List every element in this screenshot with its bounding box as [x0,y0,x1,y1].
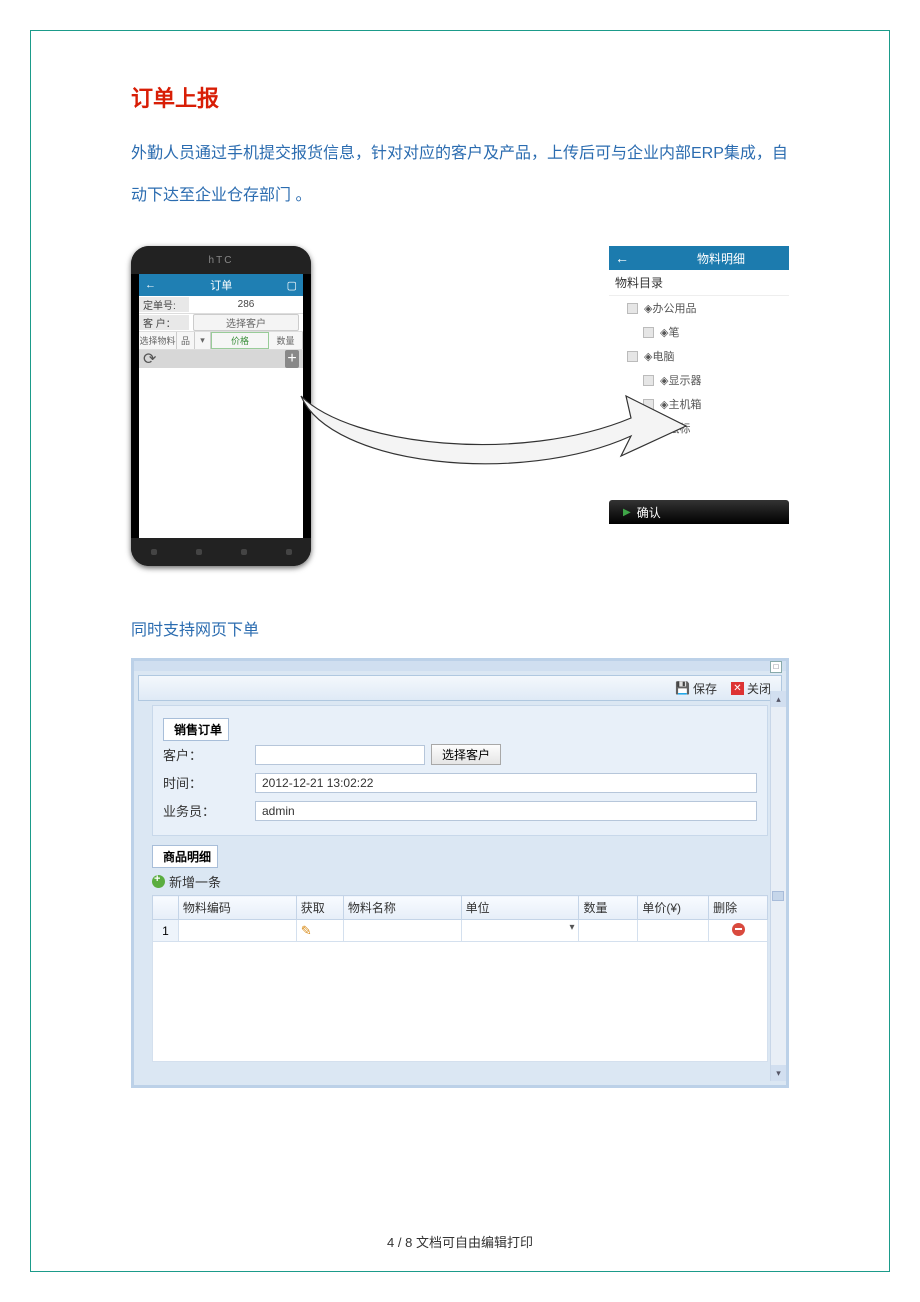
save-button[interactable]: 💾 保存 [675,680,717,697]
web-order-form: □ 💾 保存 ✕ 关闭 销售订单 客户： 选择客户 时间： [131,658,789,1088]
add-row-label: 新增一条 [169,872,221,891]
sales-order-section: 销售订单 客户： 选择客户 时间： 2012-12-21 13:02:22 业务… [152,705,768,836]
figure-row: hTC ← 订单 ▢ 定单号: 286 客 户： 选择客户 选择物料 [131,246,789,566]
close-icon: ✕ [731,682,744,695]
select-customer-button[interactable]: 选择客户 [431,744,501,765]
add-row-button[interactable]: 新增一条 [152,868,768,895]
time-input[interactable]: 2012-12-21 13:02:22 [255,773,757,793]
back-icon[interactable]: ← [145,279,156,291]
save-icon: 💾 [675,681,690,695]
tree-root: 物料目录 [609,270,789,296]
intro-text: 外勤人员通过手机提交报货信息，针对对应的客户及产品，上传后可与企业内部ERP集成… [131,133,789,216]
col-qty: 数量 [579,896,638,920]
cell-delete[interactable] [709,920,768,942]
tree-title: 物料明细 [697,250,745,267]
app-title: 订单 [210,277,232,293]
delete-icon [732,923,745,936]
document-page: 订单上报 外勤人员通过手机提交报货信息，针对对应的客户及产品，上传后可与企业内部… [30,30,890,1272]
cell-unit[interactable] [461,920,579,942]
save-label: 保存 [693,680,717,697]
staff-input[interactable]: admin [255,801,757,821]
time-label: 时间： [163,773,255,792]
scrollbar[interactable]: ▴ ▾ [770,691,786,1081]
scroll-down-icon[interactable]: ▾ [771,1065,786,1081]
customer-label: 客 户： [139,315,189,330]
tree-cat-computer[interactable]: ◈ 电脑 [609,344,789,368]
cell-name[interactable] [343,920,461,942]
col-rownum [153,896,179,920]
staff-field-row: 业务员： admin [163,797,757,825]
col-unit: 单位 [461,896,579,920]
nav-recent-icon[interactable] [241,549,247,555]
toolbar: 💾 保存 ✕ 关闭 [138,675,782,701]
filter-dropdown-icon[interactable]: ▾ [195,332,211,349]
select-customer-button[interactable]: 选择客户 [193,314,299,331]
tree-header: ← 物料明细 [609,246,789,270]
cell-qty[interactable] [579,920,638,942]
tree-back-icon[interactable]: ← [615,250,629,266]
phone-top: hTC [131,246,311,274]
close-button[interactable]: ✕ 关闭 [731,680,771,697]
subheading: 同时支持网页下单 [131,616,789,640]
col-delete: 删除 [709,896,768,920]
plus-icon [152,875,165,888]
nav-home-icon[interactable] [196,549,202,555]
edit-icon: ✎ [301,923,312,938]
staff-label: 业务员： [163,801,255,820]
col-price: 单价(¥) [638,896,709,920]
tree-item-pen[interactable]: ◈ 笔 [609,320,789,344]
customer-field-row: 客户： 选择客户 [163,741,757,769]
confirm-caret-icon: ▶ [623,507,631,518]
time-field-row: 时间： 2012-12-21 13:02:22 [163,769,757,797]
refresh-icon[interactable]: ⟳ [143,349,156,369]
col-fetch: 获取 [296,896,343,920]
section2-legend[interactable]: 商品明细 [152,845,218,868]
table-row: 1 ✎ [153,920,768,942]
cell-fetch[interactable]: ✎ [296,920,343,942]
filter-material[interactable]: 选择物料 [139,332,177,349]
nav-search-icon[interactable] [286,549,292,555]
customer-input[interactable] [255,745,425,765]
app-header: ← 订单 ▢ [139,274,303,296]
order-no-label: 定单号: [139,297,189,312]
col-name: 物料名称 [343,896,461,920]
cell-price[interactable] [638,920,709,942]
maximize-icon[interactable]: □ [770,661,782,673]
flow-arrow [271,386,691,476]
filter-price[interactable]: 价格 [211,332,269,349]
order-no-value: 286 [189,299,303,310]
filter-spec[interactable]: 品 [177,332,195,349]
customer-label: 客户： [163,745,255,764]
filter-qty[interactable]: 数量 [269,332,303,349]
product-grid: 物料编码 获取 物料名称 单位 数量 单价(¥) 删除 1 ✎ [152,895,768,942]
phone-nav [131,538,311,566]
col-code: 物料编码 [178,896,296,920]
section-legend[interactable]: 销售订单 [163,718,229,741]
customer-row: 客 户： 选择客户 [139,314,303,332]
tree-cat-office[interactable]: ◈ 办公用品 [609,296,789,320]
filter-row: 选择物料 品 ▾ 价格 数量 [139,332,303,350]
page-footer: 4 / 8 文档可自由编辑打印 [31,1232,889,1251]
action-bar: ⟳ + [139,350,303,368]
page-title: 订单上报 [131,81,789,113]
scroll-up-icon[interactable]: ▴ [771,691,786,707]
scroll-thumb[interactable] [772,891,784,901]
window-titlebar: □ [134,661,786,671]
product-detail-section: 商品明细 新增一条 物料编码 获取 物料名称 单位 数量 单价(¥) 删除 [152,844,768,1063]
nav-back-icon[interactable] [151,549,157,555]
section2-title: 商品明细 [163,848,211,865]
row-number: 1 [153,920,179,942]
order-number-row: 定单号: 286 [139,296,303,314]
section1-title: 销售订单 [174,721,222,738]
cell-code[interactable] [178,920,296,942]
phone-brand: hTC [209,255,234,266]
confirm-label: 确认 [637,504,661,521]
add-icon[interactable]: + [285,350,299,368]
grid-empty-area [152,942,768,1062]
save-icon[interactable]: ▢ [287,279,297,292]
close-label: 关闭 [747,680,771,697]
